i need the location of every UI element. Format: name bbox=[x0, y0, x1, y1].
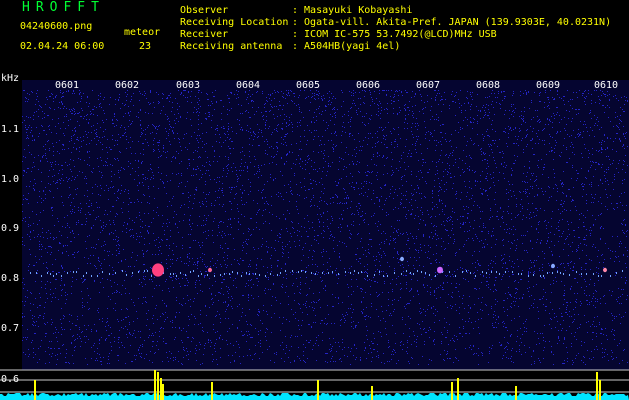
x-tick-0601: 0601 bbox=[55, 80, 80, 91]
y-tick-1-1: 1.1 bbox=[1, 124, 20, 135]
x-tick-0602: 0602 bbox=[115, 80, 140, 91]
meteor-echo bbox=[208, 267, 212, 273]
meteor-echo bbox=[437, 266, 443, 274]
x-tick-0608: 0608 bbox=[476, 80, 501, 91]
y-tick-0-9: 0.9 bbox=[1, 223, 20, 234]
meteor-echo bbox=[152, 263, 164, 277]
x-tick-0604: 0604 bbox=[236, 80, 261, 91]
spectrogram bbox=[0, 80, 629, 400]
y-unit-label: kHz bbox=[1, 73, 20, 84]
x-tick-0607: 0607 bbox=[416, 80, 441, 91]
meteor-echo bbox=[400, 256, 404, 262]
y-tick-0-7: 0.7 bbox=[1, 323, 20, 334]
meteor-echo bbox=[551, 263, 555, 269]
x-tick-0606: 0606 bbox=[356, 80, 381, 91]
meteor-echo bbox=[603, 267, 607, 273]
y-tick-0-6: 0.6 bbox=[1, 374, 20, 385]
level-trace bbox=[0, 370, 629, 400]
x-tick-0603: 0603 bbox=[176, 80, 201, 91]
x-tick-0610: 0610 bbox=[594, 80, 619, 91]
y-tick-1-0: 1.0 bbox=[1, 174, 20, 185]
y-tick-0-8: 0.8 bbox=[1, 273, 20, 284]
x-tick-0605: 0605 bbox=[296, 80, 321, 91]
x-tick-0609: 0609 bbox=[536, 80, 561, 91]
level-fill bbox=[0, 393, 629, 400]
